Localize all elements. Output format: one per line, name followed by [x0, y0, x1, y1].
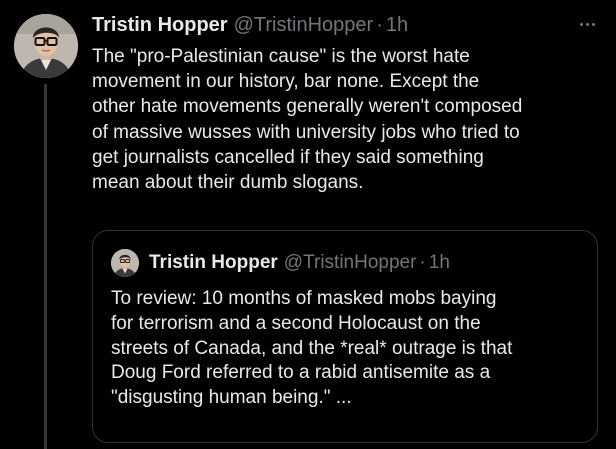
author-name[interactable]: Tristin Hopper	[92, 14, 228, 37]
timestamp[interactable]: 1h	[386, 14, 408, 37]
tweet-text-line: movement in our history, bar none. Excep…	[92, 71, 480, 93]
tweet-text-line: The "pro-Palestinian cause" is the worst…	[92, 46, 470, 67]
tweet-text-line: other hate movements generally weren't c…	[92, 96, 523, 118]
quoted-author-handle: @TristinHopper	[283, 252, 417, 273]
quoted-timestamp: 1h	[428, 252, 450, 273]
quoted-avatar	[111, 249, 139, 277]
more-horizontal-icon[interactable]	[570, 14, 604, 34]
quoted-text: To review: 10 months of masked mobs bayi…	[111, 287, 591, 411]
separator-dot: ·	[376, 13, 383, 36]
tweet-header: Tristin Hopper @TristinHopper · 1h	[92, 12, 408, 38]
tweet-text: The "pro-Palestinian cause" is the worst…	[92, 44, 607, 195]
quoted-separator-dot: ·	[419, 252, 426, 273]
quoted-text-line: for terrorism and a second Holocaust on …	[111, 312, 481, 334]
thread-line	[44, 84, 47, 449]
quoted-author-name: Tristin Hopper	[149, 252, 278, 273]
tweet-text-line: of massive wusses with university jobs w…	[92, 121, 520, 143]
quoted-tweet[interactable]: Tristin Hopper @TristinHopper · 1h To re…	[92, 230, 598, 443]
tweet[interactable]: Tristin Hopper @TristinHopper · 1h The "…	[0, 0, 616, 449]
quoted-avatar-image	[111, 249, 139, 277]
quoted-header: Tristin Hopper @TristinHopper · 1h	[149, 249, 450, 277]
quoted-text-line: "disgusting human being." ...	[111, 387, 352, 409]
author-handle[interactable]: @TristinHopper	[234, 14, 374, 37]
avatar-image	[14, 14, 78, 78]
quoted-text-line: streets of Canada, and the *real* outrag…	[111, 337, 513, 359]
avatar[interactable]	[14, 14, 78, 78]
quoted-text-line: Doug Ford referred to a rabid antisemite…	[111, 362, 491, 384]
quoted-text-line: To review: 10 months of masked mobs bayi…	[111, 288, 497, 309]
tweet-text-line: get journalists cancelled if they said s…	[92, 146, 484, 168]
tweet-text-line: mean about their dumb slogans.	[92, 172, 364, 194]
